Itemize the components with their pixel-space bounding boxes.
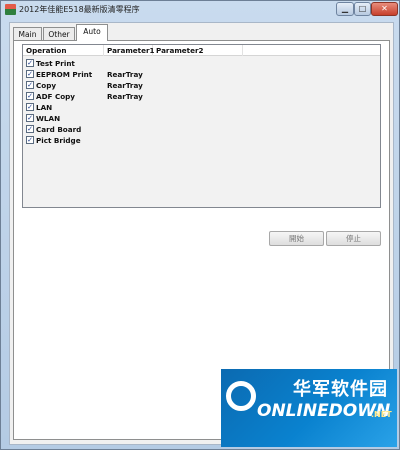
close-icon: ✕: [381, 4, 388, 13]
operation-cell: Copy: [36, 81, 57, 90]
parameter1-cell: RearTray: [107, 92, 143, 101]
table-row[interactable]: ✓ Pict Bridge: [23, 135, 380, 146]
table-row[interactable]: ✓ Test Print: [23, 58, 380, 69]
tab-other[interactable]: Other: [43, 27, 75, 41]
watermark-net-text: .NET: [371, 410, 392, 419]
row-checkbox[interactable]: ✓: [26, 103, 34, 111]
operation-cell: WLAN: [36, 114, 61, 123]
parameter1-cell: RearTray: [107, 81, 143, 90]
app-window: 2012年佳能E518最新版清零程序 ▁ □ ✕ Main Other Auto…: [0, 0, 400, 450]
start-button[interactable]: 開始: [269, 231, 324, 246]
operation-cell: Pict Bridge: [36, 136, 81, 145]
app-icon: [5, 4, 16, 15]
row-checkbox[interactable]: ✓: [26, 136, 34, 144]
row-checkbox[interactable]: ✓: [26, 114, 34, 122]
column-header-operation[interactable]: Operation: [23, 45, 104, 56]
watermark-logo: 华军软件园 ONLINEDOWN .NET: [221, 369, 397, 447]
row-checkbox[interactable]: ✓: [26, 81, 34, 89]
parameter1-cell: RearTray: [107, 70, 143, 79]
operation-cell: EEPROM Print: [36, 70, 93, 79]
maximize-button[interactable]: □: [354, 2, 371, 16]
window-title: 2012年佳能E518最新版清零程序: [19, 5, 140, 14]
row-checkbox[interactable]: ✓: [26, 92, 34, 100]
operation-cell: Test Print: [36, 59, 75, 68]
close-button[interactable]: ✕: [371, 2, 398, 16]
row-checkbox[interactable]: ✓: [26, 70, 34, 78]
column-header-parameter1[interactable]: Parameter1: [104, 45, 155, 56]
maximize-icon: □: [358, 4, 367, 13]
title-bar[interactable]: 2012年佳能E518最新版清零程序 ▁ □ ✕: [1, 1, 399, 18]
table-row[interactable]: ✓ Copy RearTray: [23, 80, 380, 91]
row-checkbox[interactable]: ✓: [26, 125, 34, 133]
logo-ring-icon: [226, 381, 256, 411]
tab-auto[interactable]: Auto: [76, 24, 108, 41]
tab-main[interactable]: Main: [13, 27, 42, 41]
list-header: Operation Parameter1 Parameter2: [23, 45, 380, 56]
operation-list[interactable]: Operation Parameter1 Parameter2 ✓ Test Pr…: [22, 44, 381, 208]
operation-cell: ADF Copy: [36, 92, 75, 101]
table-row[interactable]: ✓ LAN: [23, 102, 380, 113]
operation-cell: LAN: [36, 103, 53, 112]
minimize-button[interactable]: ▁: [336, 2, 354, 16]
stop-button[interactable]: 停止: [326, 231, 381, 246]
row-checkbox[interactable]: ✓: [26, 59, 34, 67]
table-row[interactable]: ✓ Card Board: [23, 124, 380, 135]
minimize-icon: ▁: [341, 4, 349, 13]
table-row[interactable]: ✓ EEPROM Print RearTray: [23, 69, 380, 80]
watermark-cn-text: 华军软件园: [293, 379, 388, 400]
operation-cell: Card Board: [36, 125, 82, 134]
table-row[interactable]: ✓ ADF Copy RearTray: [23, 91, 380, 102]
table-row[interactable]: ✓ WLAN: [23, 113, 380, 124]
column-header-parameter2[interactable]: Parameter2: [153, 45, 243, 56]
